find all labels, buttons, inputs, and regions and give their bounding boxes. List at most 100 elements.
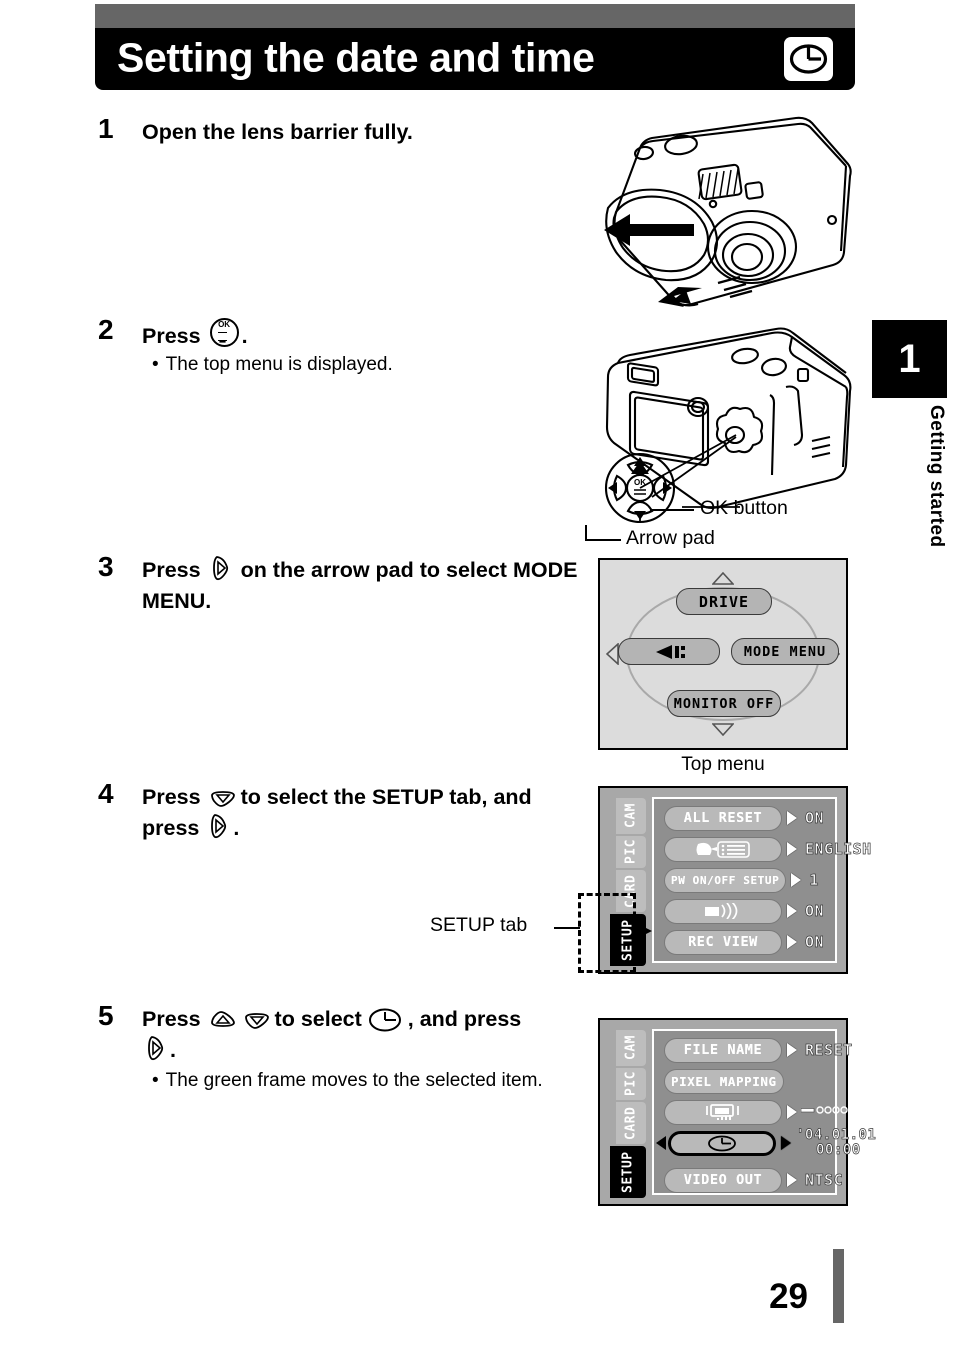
menu-row-date-time[interactable]: '04.01.01 00:00 bbox=[656, 1127, 877, 1158]
arrow-right-icon bbox=[145, 1035, 167, 1061]
step-2-text-after: . bbox=[241, 324, 248, 348]
menu-row-pw-onoff-setup[interactable]: PW ON/OFF SETUP 1 bbox=[664, 867, 819, 893]
chevron-right-icon bbox=[791, 873, 802, 887]
header-title-bar: Setting the date and time bbox=[95, 28, 855, 90]
setup-menu-list-step4: ALL RESET ON ENGLISH PW ON/OFF SETUP 1 O… bbox=[652, 797, 872, 963]
tab-pic[interactable]: PIC bbox=[616, 1068, 646, 1100]
camera-front-lens-barrier-illustration bbox=[600, 112, 858, 317]
step-3-text: Press on the arrow pad to select MODE ME… bbox=[142, 555, 582, 616]
menu-label-file-name[interactable]: FILE NAME bbox=[664, 1037, 782, 1063]
step-2-note: • The top menu is displayed. bbox=[152, 352, 572, 378]
top-menu-caption: Top menu bbox=[681, 754, 765, 775]
menu-value-all-reset: ON bbox=[805, 809, 825, 828]
setup-menu-tabstrip-step5: CAM PIC CARD SETUP bbox=[608, 1030, 650, 1198]
step-3-text-before: Press bbox=[142, 558, 201, 582]
time-value: 00:00 bbox=[816, 1142, 861, 1158]
menu-row-video-out[interactable]: VIDEO OUT NTSC bbox=[664, 1167, 843, 1193]
menu-label-language[interactable] bbox=[664, 836, 782, 862]
step-2-text-before: Press bbox=[142, 324, 201, 348]
menu-value-beep: ON bbox=[805, 902, 825, 921]
menu-row-monitor-brightness[interactable] bbox=[664, 1099, 909, 1125]
beep-sound-icon bbox=[705, 903, 738, 919]
chevron-left-icon bbox=[656, 1136, 666, 1150]
chevron-right-icon bbox=[787, 904, 797, 918]
step-1-number: 1 bbox=[98, 113, 114, 144]
menu-value-pw-onoff-setup: 1 bbox=[809, 871, 819, 890]
menu-label-rec-view[interactable]: REC VIEW bbox=[664, 929, 782, 955]
menu-row-file-name[interactable]: FILE NAME RESET bbox=[664, 1037, 853, 1063]
page-number: 29 bbox=[769, 1277, 808, 1316]
step-5-text-end: . bbox=[170, 1037, 176, 1062]
monitor-brightness-icon bbox=[706, 1103, 739, 1120]
step-5-note: • The green frame moves to the selected i… bbox=[152, 1068, 582, 1094]
setup-menu-screen-step5: CAM PIC CARD SETUP FILE NAME RESET PIXEL… bbox=[598, 1018, 908, 1206]
tab-cam[interactable]: CAM bbox=[616, 1030, 646, 1066]
step-5-text: Press to select , and press . bbox=[142, 1004, 542, 1065]
menu-value-language: ENGLISH bbox=[805, 840, 872, 859]
tab-card[interactable]: CARD bbox=[616, 1102, 646, 1144]
menu-label-date-time[interactable] bbox=[668, 1130, 776, 1156]
date-value: '04.01.01 bbox=[796, 1127, 877, 1144]
top-menu-flash-button[interactable] bbox=[618, 638, 720, 665]
setup-tab-callout-line bbox=[554, 927, 580, 929]
chevron-right-icon bbox=[787, 842, 797, 856]
setup-tab-callout-box bbox=[578, 893, 636, 973]
chapter-label: Getting started bbox=[926, 405, 947, 548]
menu-label-monitor-brightness[interactable] bbox=[664, 1099, 782, 1125]
menu-row-rec-view[interactable]: REC VIEW ON bbox=[664, 929, 824, 955]
menu-label-beep[interactable] bbox=[664, 898, 782, 924]
chevron-right-icon bbox=[787, 1105, 797, 1119]
step-5-text-before: Press bbox=[142, 1007, 201, 1031]
menu-value-rec-view: ON bbox=[805, 933, 825, 952]
brightness-slider[interactable] bbox=[800, 1101, 909, 1124]
step-5-text-after: , and press bbox=[407, 1007, 522, 1031]
flash-mode-icon bbox=[656, 644, 685, 659]
menu-row-pixel-mapping[interactable]: PIXEL MAPPING bbox=[664, 1068, 784, 1094]
step-5-number: 5 bbox=[98, 1000, 114, 1031]
top-menu-monitor-off-button[interactable]: MONITOR OFF bbox=[667, 690, 781, 717]
menu-label-pixel-mapping[interactable]: PIXEL MAPPING bbox=[664, 1068, 784, 1094]
menu-label-pw-onoff-setup[interactable]: PW ON/OFF SETUP bbox=[664, 867, 787, 893]
chevron-right-icon bbox=[787, 1043, 797, 1057]
chevron-right-icon bbox=[787, 1173, 797, 1187]
step-3-number: 3 bbox=[98, 551, 114, 582]
menu-row-beep[interactable]: ON bbox=[664, 898, 824, 924]
step-5-note-text: The green frame moves to the selected it… bbox=[165, 1070, 543, 1091]
language-speech-icon bbox=[696, 840, 750, 858]
ok-button-icon bbox=[209, 318, 239, 347]
chevron-right-icon bbox=[787, 935, 797, 949]
menu-row-all-reset[interactable]: ALL RESET ON bbox=[664, 805, 824, 831]
step-4-text: Press to select the SETUP tab, and press… bbox=[142, 782, 572, 843]
menu-label-video-out[interactable]: VIDEO OUT bbox=[664, 1167, 782, 1193]
bullet-glyph: • bbox=[152, 354, 159, 375]
top-menu-drive-button[interactable]: DRIVE bbox=[676, 588, 772, 615]
menu-row-language[interactable]: ENGLISH bbox=[664, 836, 872, 862]
arrow-right-icon bbox=[210, 555, 232, 581]
chevron-right-icon bbox=[781, 1136, 791, 1150]
top-menu-mode-menu-button[interactable]: MODE MENU bbox=[731, 638, 839, 665]
callout-arrow-pad-line bbox=[585, 539, 621, 541]
step-4-text-before: Press bbox=[142, 785, 201, 809]
step-2-text: Press . bbox=[142, 318, 562, 352]
step-4-text-after: . bbox=[233, 815, 240, 840]
menu-value-file-name: RESET bbox=[805, 1041, 853, 1060]
callout-ok-button-line bbox=[650, 509, 694, 511]
callout-arrow-pad-elbow bbox=[585, 525, 587, 541]
step-1-text: Open the lens barrier fully. bbox=[142, 120, 413, 144]
setup-menu-list-step5: FILE NAME RESET PIXEL MAPPING '04.01.01 … bbox=[652, 1029, 908, 1195]
step-4-text-mid: to select the SETUP tab, and press bbox=[142, 785, 532, 840]
step-2-number: 2 bbox=[98, 314, 114, 345]
bullet-glyph: • bbox=[152, 1070, 159, 1091]
arrow-up-icon bbox=[210, 1008, 235, 1034]
clock-icon bbox=[368, 1008, 402, 1032]
tab-pic[interactable]: PIC bbox=[616, 836, 646, 868]
camera-back-illustration: OK bbox=[590, 325, 858, 525]
arrow-down-icon bbox=[210, 786, 235, 812]
tab-setup[interactable]: SETUP bbox=[610, 1146, 646, 1198]
arrow-right-icon bbox=[208, 813, 230, 839]
chapter-number-box: 1 bbox=[872, 320, 947, 398]
footer-gray-bar bbox=[833, 1249, 844, 1323]
tab-cam[interactable]: CAM bbox=[616, 798, 646, 834]
page-title: Setting the date and time bbox=[117, 34, 595, 81]
menu-label-all-reset[interactable]: ALL RESET bbox=[664, 805, 782, 831]
